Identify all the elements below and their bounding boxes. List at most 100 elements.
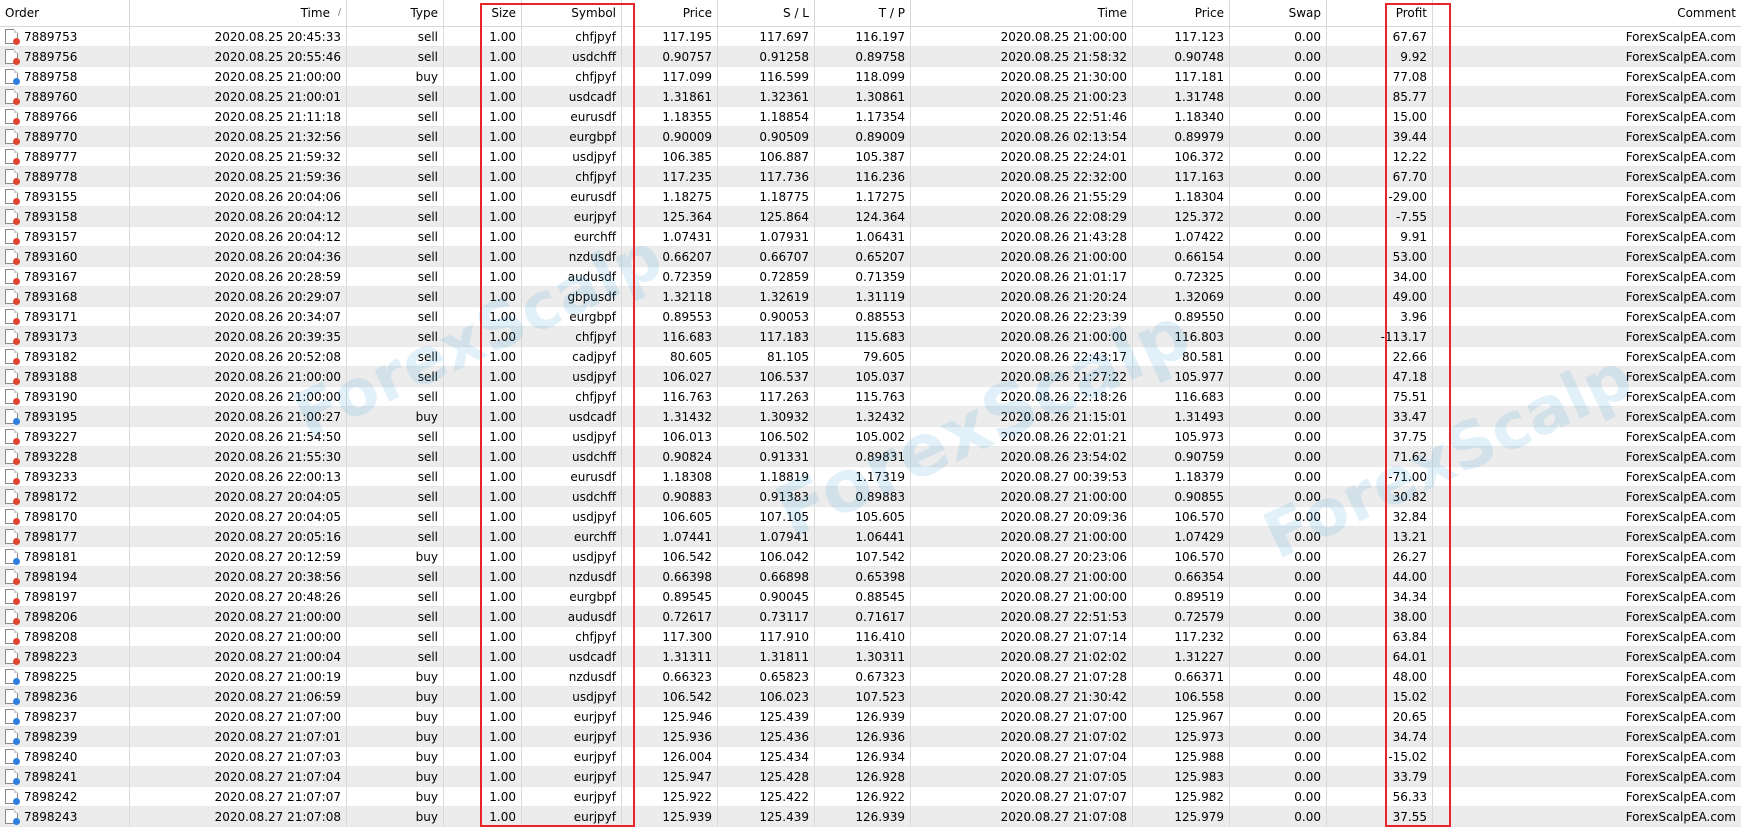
table-row[interactable]: 7898239 2020.08.27 21:07:01 buy 1.00 eurjpyf… [0, 727, 1741, 747]
table-row[interactable]: 7889753 2020.08.25 20:45:33 sell 1.00 chfjpy… [0, 27, 1741, 47]
table-row[interactable]: 7893195 2020.08.26 21:00:27 buy 1.00 usdcadf… [0, 407, 1741, 427]
cell-close-time: 2020.08.27 21:02:02 [911, 647, 1133, 666]
cell-stop-loss: 117.910 [718, 627, 815, 646]
table-row[interactable]: 7898181 2020.08.27 20:12:59 buy 1.00 usdjpyf… [0, 547, 1741, 567]
cell-profit: 13.21 [1327, 527, 1433, 546]
cell-text: 125.864 [759, 209, 809, 224]
cell-text: 1.00 [489, 369, 516, 384]
table-row[interactable]: 7898242 2020.08.27 21:07:07 buy 1.00 eurjpyf… [0, 787, 1741, 807]
table-row[interactable]: 7898237 2020.08.27 21:07:00 buy 1.00 eurjpyf… [0, 707, 1741, 727]
table-row[interactable]: 7893155 2020.08.26 20:04:06 sell 1.00 eurusd… [0, 187, 1741, 207]
cell-stop-loss: 1.32619 [718, 287, 815, 306]
column-header-swap[interactable]: Swap [1230, 0, 1327, 26]
column-header-close-price[interactable]: Price [1133, 0, 1230, 26]
cell-profit: 26.27 [1327, 547, 1433, 566]
cell-text: 105.387 [855, 149, 905, 164]
table-row[interactable]: 7889778 2020.08.25 21:59:36 sell 1.00 chfjpy… [0, 167, 1741, 187]
table-row[interactable]: 7893157 2020.08.26 20:04:12 sell 1.00 eurchf… [0, 227, 1741, 247]
cell-stop-loss: 117.183 [718, 327, 815, 346]
cell-text: 0.00 [1294, 569, 1321, 584]
cell-stop-loss: 1.18819 [718, 467, 815, 486]
column-header-open-time[interactable]: Time / [130, 0, 347, 26]
table-row[interactable]: 7893171 2020.08.26 20:34:07 sell 1.00 eurgbp… [0, 307, 1741, 327]
sell-order-icon [5, 29, 20, 45]
cell-close-time: 2020.08.26 21:01:17 [911, 267, 1133, 286]
column-header-comment[interactable]: Comment [1433, 0, 1741, 26]
cell-comment: ForexScalpEA.com [1433, 247, 1741, 266]
cell-order: 7889758 [0, 67, 130, 86]
table-row[interactable]: 7893228 2020.08.26 21:55:30 sell 1.00 usdchf… [0, 447, 1741, 467]
table-row[interactable]: 7898197 2020.08.27 20:48:26 sell 1.00 eurgbp… [0, 587, 1741, 607]
table-row[interactable]: 7889756 2020.08.25 20:55:46 sell 1.00 usdchf… [0, 47, 1741, 67]
cell-open-price: 106.542 [622, 687, 718, 706]
table-row[interactable]: 7893168 2020.08.26 20:29:07 sell 1.00 gbpusd… [0, 287, 1741, 307]
table-row[interactable]: 7893182 2020.08.26 20:52:08 sell 1.00 cadjpy… [0, 347, 1741, 367]
column-header-close-time[interactable]: Time [911, 0, 1133, 26]
cell-open-price: 0.89553 [622, 307, 718, 326]
table-row[interactable]: 7898206 2020.08.27 21:00:00 sell 1.00 audusd… [0, 607, 1741, 627]
cell-close-time: 2020.08.27 20:09:36 [911, 507, 1133, 526]
cell-size: 1.00 [444, 407, 522, 426]
cell-order: 7893188 [0, 367, 130, 386]
cell-comment: ForexScalpEA.com [1433, 207, 1741, 226]
cell-open-price: 1.31432 [622, 407, 718, 426]
cell-text: 1.07422 [1174, 229, 1224, 244]
table-row[interactable]: 7893188 2020.08.26 21:00:00 sell 1.00 usdjpy… [0, 367, 1741, 387]
cell-text: 2020.08.27 21:07:04 [1000, 749, 1127, 764]
cell-comment: ForexScalpEA.com [1433, 807, 1741, 826]
table-row[interactable]: 7898241 2020.08.27 21:07:04 buy 1.00 eurjpyf… [0, 767, 1741, 787]
table-row[interactable]: 7889766 2020.08.25 21:11:18 sell 1.00 eurusd… [0, 107, 1741, 127]
table-row[interactable]: 7898208 2020.08.27 21:00:00 sell 1.00 chfjpy… [0, 627, 1741, 647]
cell-text: 7893173 [24, 329, 78, 344]
cell-stop-loss: 1.32361 [718, 87, 815, 106]
table-row[interactable]: 7893158 2020.08.26 20:04:12 sell 1.00 eurjpy… [0, 207, 1741, 227]
table-row[interactable]: 7898236 2020.08.27 21:06:59 buy 1.00 usdjpyf… [0, 687, 1741, 707]
cell-swap: 0.00 [1230, 47, 1327, 66]
cell-text: 2020.08.26 21:27:22 [1000, 369, 1127, 384]
table-row[interactable]: 7898243 2020.08.27 21:07:08 buy 1.00 eurjpyf… [0, 807, 1741, 827]
table-row[interactable]: 7893233 2020.08.26 22:00:13 sell 1.00 eurusd… [0, 467, 1741, 487]
cell-text: 1.00 [489, 609, 516, 624]
column-header-type[interactable]: Type [347, 0, 444, 26]
table-row[interactable]: 7898172 2020.08.27 20:04:05 sell 1.00 usdchf… [0, 487, 1741, 507]
column-header-stop-loss[interactable]: S / L [718, 0, 815, 26]
table-row[interactable]: 7893190 2020.08.26 21:00:00 sell 1.00 chfjpy… [0, 387, 1741, 407]
column-header-open-price[interactable]: Price [622, 0, 718, 26]
cell-text: 106.558 [1174, 689, 1224, 704]
cell-take-profit: 0.71617 [815, 607, 911, 626]
cell-text: 105.002 [855, 429, 905, 444]
cell-close-price: 1.07429 [1133, 527, 1230, 546]
table-row[interactable]: 7893160 2020.08.26 20:04:36 sell 1.00 nzdusd… [0, 247, 1741, 267]
table-row[interactable]: 7889777 2020.08.25 21:59:32 sell 1.00 usdjpy… [0, 147, 1741, 167]
table-row[interactable]: 7893173 2020.08.26 20:39:35 sell 1.00 chfjpy… [0, 327, 1741, 347]
cell-text: 1.00 [489, 589, 516, 604]
table-row[interactable]: 7898225 2020.08.27 21:00:19 buy 1.00 nzdusdf… [0, 667, 1741, 687]
cell-take-profit: 79.605 [815, 347, 911, 366]
table-row[interactable]: 7898177 2020.08.27 20:05:16 sell 1.00 eurchf… [0, 527, 1741, 547]
table-row[interactable]: 7898170 2020.08.27 20:04:05 sell 1.00 usdjpy… [0, 507, 1741, 527]
cell-order: 7889756 [0, 47, 130, 66]
cell-text: 7889756 [24, 49, 78, 64]
column-header-take-profit[interactable]: T / P [815, 0, 911, 26]
table-row[interactable]: 7889758 2020.08.25 21:00:00 buy 1.00 chfjpyf… [0, 67, 1741, 87]
table-row[interactable]: 7889770 2020.08.25 21:32:56 sell 1.00 eurgbp… [0, 127, 1741, 147]
cell-text: 0.00 [1294, 689, 1321, 704]
column-header-size[interactable]: Size [444, 0, 522, 26]
table-row[interactable]: 7889760 2020.08.25 21:00:01 sell 1.00 usdcad… [0, 87, 1741, 107]
column-header-profit[interactable]: Profit [1327, 0, 1433, 26]
cell-text: 0.91331 [759, 449, 809, 464]
table-row[interactable]: 7898223 2020.08.27 21:00:04 sell 1.00 usdcad… [0, 647, 1741, 667]
column-header-order[interactable]: Order [0, 0, 130, 26]
column-header-symbol[interactable]: Symbol [522, 0, 622, 26]
cell-text: sell [417, 189, 438, 204]
cell-close-price: 0.89979 [1133, 127, 1230, 146]
table-row[interactable]: 7898194 2020.08.27 20:38:56 sell 1.00 nzdusd… [0, 567, 1741, 587]
table-row[interactable]: 7898240 2020.08.27 21:07:03 buy 1.00 eurjpyf… [0, 747, 1741, 767]
cell-swap: 0.00 [1230, 267, 1327, 286]
cell-text: eurusdf [570, 109, 616, 124]
buy-order-icon [5, 769, 20, 785]
cell-type: sell [347, 167, 444, 186]
table-row[interactable]: 7893167 2020.08.26 20:28:59 sell 1.00 audusd… [0, 267, 1741, 287]
cell-stop-loss: 106.023 [718, 687, 815, 706]
table-row[interactable]: 7893227 2020.08.26 21:54:50 sell 1.00 usdjpy… [0, 427, 1741, 447]
